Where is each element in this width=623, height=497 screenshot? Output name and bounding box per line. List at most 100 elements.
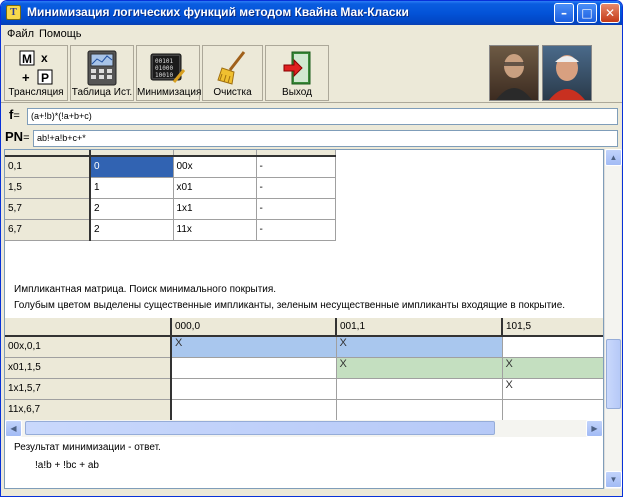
clear-button[interactable]: Очистка — [202, 45, 263, 101]
menu-file[interactable]: Файл — [7, 28, 34, 40]
matrix-legend: Голубым цветом выделены существенные имп… — [14, 300, 566, 311]
translate-icon-glyph-plus: + — [22, 70, 30, 85]
translate-button[interactable]: M x + P Трансляция — [4, 45, 68, 101]
toolbar: M x + P Трансляция Таблица Ист. 00101 01… — [1, 43, 622, 103]
window-title: Минимизация логических функций методом К… — [27, 5, 409, 19]
translate-icon-glyph-x: x — [41, 51, 48, 65]
formula-label: f= — [9, 107, 20, 122]
exit-button-label: Выход — [282, 87, 312, 98]
main-window: T Минимизация логических функций методом… — [0, 0, 623, 497]
author-photo-1 — [489, 45, 539, 101]
result-title: Результат минимизации - ответ. — [14, 442, 161, 453]
group-cell[interactable]: 1 — [90, 177, 174, 199]
groups-table: 0,1 0 00x - 1,5 1 x01 - 5,7 2 1x1 - 6,7 … — [5, 150, 336, 241]
app-icon: T — [6, 5, 21, 20]
matrix-row: 00x,0,1 X X — [5, 336, 603, 358]
matrix-column-header: 101,5 — [501, 318, 603, 337]
implicant-matrix: 000,0 001,1 101,5 00x,0,1 X X x01,1,5 X … — [5, 318, 603, 421]
menu-help[interactable]: Помощь — [39, 28, 82, 40]
table-row: 0,1 0 00x - — [5, 156, 336, 178]
pn-label: PN= — [5, 129, 30, 144]
minimize-button[interactable]: 00101 01000 10010 Минимизация — [136, 45, 202, 101]
formula-row: f= (a+!b)*(!a+b+c) — [1, 106, 622, 127]
matrix-cell: X — [171, 336, 337, 358]
matrix-cell: X — [502, 357, 603, 379]
matrix-title: Импликантная матрица. Поиск минимального… — [14, 284, 277, 295]
matrix-hscroll[interactable]: ◀ ▶ — [5, 420, 603, 437]
results-vscroll[interactable]: ▲ ▼ — [604, 149, 622, 489]
matrix-column-header: 000,0 — [170, 318, 337, 337]
group-cell: 6,7 — [5, 219, 91, 241]
formula-input[interactable]: (a+!b)*(!a+b+c) — [27, 108, 618, 125]
result-value: !a!b + !bc + ab — [35, 460, 99, 471]
matrix-cell — [336, 378, 503, 400]
exit-door-icon — [283, 51, 311, 85]
scroll-right-icon[interactable]: ▶ — [586, 420, 603, 437]
truth-table-button-label: Таблица Ист. — [71, 87, 133, 98]
group-cell[interactable]: - — [256, 219, 336, 241]
scroll-left-icon[interactable]: ◀ — [5, 420, 22, 437]
clear-button-label: Очистка — [213, 87, 252, 98]
author-photo-2 — [542, 45, 592, 101]
minimize-button-label: Минимизация — [137, 87, 202, 98]
group-cell[interactable]: - — [256, 156, 336, 178]
group-cell[interactable]: - — [256, 198, 336, 220]
scroll-up-icon[interactable]: ▲ — [605, 149, 622, 166]
group-cell: 1,5 — [5, 177, 91, 199]
matrix-row: 11x,6,7 — [5, 399, 603, 421]
maximize-window-button[interactable]: □ — [577, 3, 597, 23]
matrix-cell: X — [336, 357, 503, 379]
truth-table-button[interactable]: Таблица Ист. — [70, 45, 134, 101]
matrix-cell — [336, 399, 503, 421]
results-pane[interactable]: 0,1 0 00x - 1,5 1 x01 - 5,7 2 1x1 - 6,7 … — [4, 149, 604, 489]
group-cell: 5,7 — [5, 198, 91, 220]
matrix-cell — [502, 399, 603, 421]
group-cell[interactable]: 2 — [90, 219, 174, 241]
matrix-cell — [502, 336, 603, 358]
exit-button[interactable]: Выход — [265, 45, 329, 101]
results-vscroll-thumb[interactable] — [606, 339, 621, 409]
translate-icon-glyph-m: M — [22, 52, 32, 66]
group-cell[interactable]: 00x — [173, 156, 257, 178]
matrix-cell — [171, 399, 337, 421]
group-cell[interactable]: 2 — [90, 198, 174, 220]
group-cell[interactable]: 1x1 — [173, 198, 257, 220]
minimize-icon-row-2: 01000 — [155, 65, 173, 72]
pn-input[interactable]: ab!+a!b+c+* — [33, 130, 618, 147]
minimize-window-button[interactable]: – — [554, 3, 574, 23]
translate-button-label: Трансляция — [8, 87, 64, 98]
scroll-down-icon[interactable]: ▼ — [605, 471, 622, 488]
matrix-row: x01,1,5 X X — [5, 357, 603, 379]
group-cell[interactable]: x01 — [173, 177, 257, 199]
table-row: 1,5 1 x01 - — [5, 177, 336, 199]
group-cell[interactable]: 11x — [173, 219, 257, 241]
translate-icon-glyph-p: P — [41, 71, 49, 85]
group-cell-selected[interactable]: 0 — [90, 156, 174, 178]
group-cell[interactable]: - — [256, 177, 336, 199]
matrix-row-label: x01,1,5 — [5, 357, 172, 379]
menu-bar: Файл Помощь — [1, 25, 622, 43]
matrix-row-label: 1x1,5,7 — [5, 378, 172, 400]
matrix-column-header: 001,1 — [335, 318, 503, 337]
minimize-icon-row-3: 10010 — [155, 72, 173, 79]
matrix-cell: X — [502, 378, 603, 400]
pn-row: PN= ab!+a!b+c+* — [1, 128, 622, 149]
calculator-icon — [87, 50, 117, 86]
minimize-icon-row-1: 00101 — [155, 58, 173, 65]
close-window-button[interactable]: ✕ — [600, 3, 620, 23]
table-row: 6,7 2 11x - — [5, 219, 336, 241]
matrix-row-label: 11x,6,7 — [5, 399, 172, 421]
matrix-hscroll-thumb[interactable] — [25, 421, 495, 435]
group-cell: 0,1 — [5, 156, 91, 178]
matrix-corner — [5, 318, 172, 337]
matrix-cell — [171, 378, 337, 400]
title-bar[interactable]: T Минимизация логических функций методом… — [1, 1, 622, 25]
matrix-header-row: 000,0 001,1 101,5 — [5, 318, 603, 337]
matrix-row-label: 00x,0,1 — [5, 336, 172, 358]
table-row: 5,7 2 1x1 - — [5, 198, 336, 220]
matrix-cell: X — [336, 336, 503, 358]
broom-icon — [216, 51, 245, 85]
matrix-cell — [171, 357, 337, 379]
translate-icon: M x + P — [19, 50, 53, 85]
binary-screen-icon: 00101 01000 10010 — [150, 53, 186, 83]
